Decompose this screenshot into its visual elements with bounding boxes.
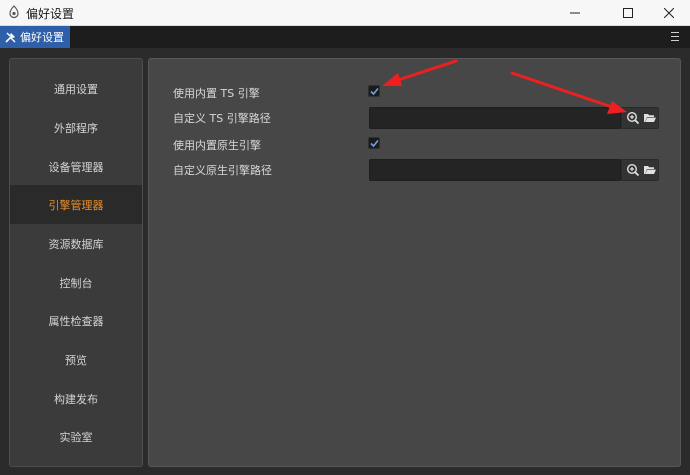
custom-native-path-buttons (621, 159, 659, 181)
sidebar-item-general[interactable]: 通用设置 (10, 69, 142, 108)
window-title: 偏好设置 (26, 7, 75, 21)
open-folder-icon[interactable] (643, 111, 657, 125)
zoom-search-icon[interactable] (626, 111, 640, 125)
sidebar-item-console[interactable]: 控制台 (10, 263, 142, 302)
close-button[interactable] (646, 0, 690, 26)
sidebar-item-device-manager[interactable]: 设备管理器 (10, 147, 142, 186)
maximize-icon (623, 8, 633, 18)
tools-icon (5, 32, 16, 43)
sidebar-item-build[interactable]: 构建发布 (10, 379, 142, 418)
zoom-search-icon[interactable] (626, 163, 640, 177)
sidebar-item-asset-database[interactable]: 资源数据库 (10, 224, 142, 263)
sidebar-item-external-programs[interactable]: 外部程序 (10, 108, 142, 147)
window-title-bar: 偏好设置 (0, 0, 690, 26)
sidebar-item-preview[interactable]: 预览 (10, 340, 142, 379)
close-icon (664, 8, 674, 18)
minimize-button[interactable] (552, 0, 598, 26)
custom-ts-path-input[interactable] (369, 107, 621, 129)
checkmark-icon (370, 139, 379, 148)
sidebar-item-engine-manager[interactable]: 引擎管理器 (10, 185, 142, 224)
sidebar-item-inspector[interactable]: 属性检查器 (10, 301, 142, 340)
maximize-button[interactable] (605, 0, 651, 26)
open-folder-icon[interactable] (643, 163, 657, 177)
custom-ts-path-buttons (621, 107, 659, 129)
use-builtin-native-label: 使用内置原生引擎 (173, 139, 261, 152)
engine-settings-panel: 使用内置 TS 引擎 自定义 TS 引擎路径 使用内置原生引擎 自定义原生引擎路… (148, 58, 681, 467)
minimize-icon (570, 12, 580, 14)
tab-preferences[interactable]: 偏好设置 (0, 26, 70, 48)
custom-ts-path-label: 自定义 TS 引擎路径 (173, 112, 271, 125)
custom-native-path-label: 自定义原生引擎路径 (173, 164, 272, 177)
sidebar-item-laboratory[interactable]: 实验室 (10, 417, 142, 456)
use-builtin-native-checkbox[interactable] (368, 137, 380, 149)
app-logo-icon (9, 5, 19, 19)
tab-label: 偏好设置 (20, 31, 64, 44)
use-builtin-ts-checkbox[interactable] (368, 85, 380, 97)
use-builtin-ts-label: 使用内置 TS 引擎 (173, 87, 260, 100)
hamburger-menu-icon[interactable] (671, 32, 679, 41)
custom-native-path-input[interactable] (369, 159, 621, 181)
panel-tab-bar: 偏好设置 (0, 26, 690, 48)
preferences-sidebar: 通用设置 外部程序 设备管理器 引擎管理器 资源数据库 控制台 属性检查器 预览… (9, 58, 143, 467)
checkmark-icon (370, 87, 379, 96)
content-area: 通用设置 外部程序 设备管理器 引擎管理器 资源数据库 控制台 属性检查器 预览… (0, 48, 690, 475)
